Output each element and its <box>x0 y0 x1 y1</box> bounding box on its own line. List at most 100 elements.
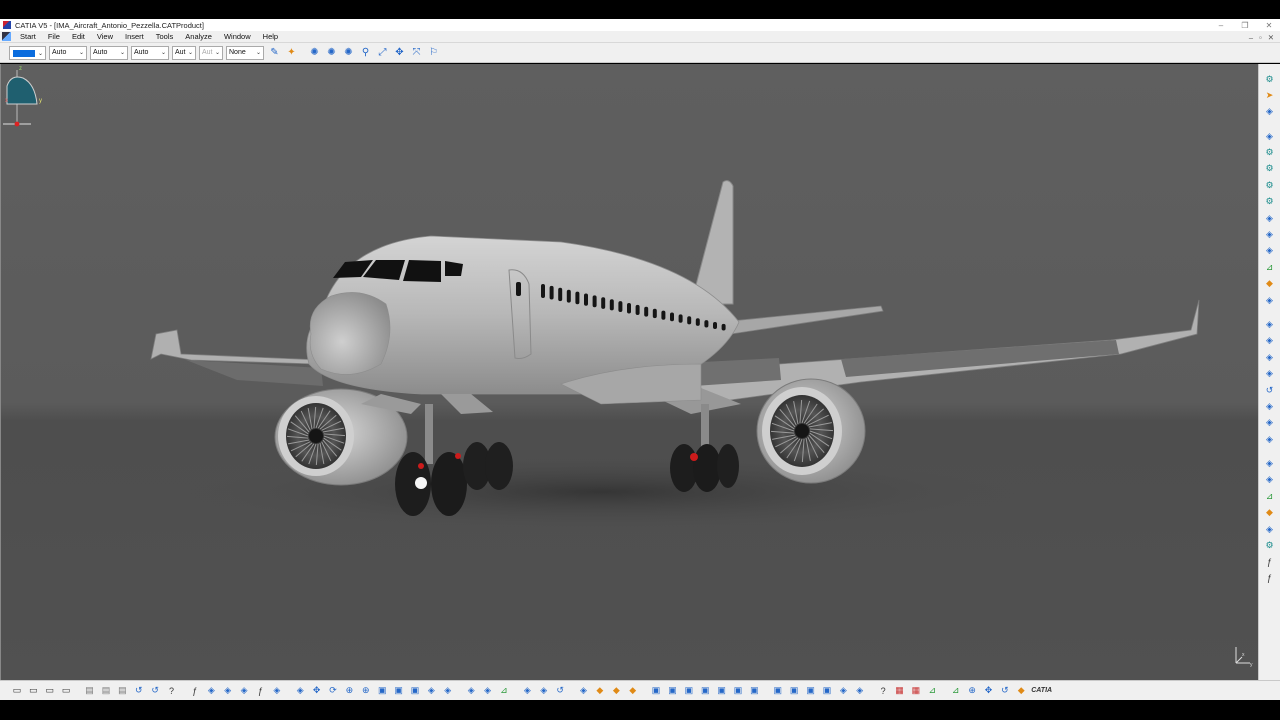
fit-all-icon[interactable]: ◈ <box>293 684 307 698</box>
iso-icon[interactable]: ▣ <box>747 684 761 698</box>
angle-icon[interactable]: ◈ <box>1263 367 1277 381</box>
rotate-icon[interactable]: ✺ <box>307 45 322 60</box>
point-type-selector[interactable]: Aut ⌄ <box>172 45 196 60</box>
layer-selector[interactable]: None ⌄ <box>226 45 264 60</box>
select-icon[interactable]: ➤ <box>1263 88 1277 102</box>
apply-material-icon[interactable]: ✦ <box>284 45 299 60</box>
open-icon[interactable]: ▭ <box>26 684 40 698</box>
transparency-selector[interactable]: Auto ⌄ <box>49 45 87 60</box>
fly-mode-icon[interactable]: ◈ <box>221 684 235 698</box>
doc-close-button[interactable]: ✕ <box>1268 33 1274 42</box>
new-icon[interactable]: ▭ <box>10 684 24 698</box>
doc-minimize-button[interactable]: – <box>1249 33 1253 42</box>
dimension-icon[interactable]: ⊿ <box>949 684 963 698</box>
rotate-icon[interactable]: ✺ <box>324 45 339 60</box>
knowledge-icon[interactable]: ƒ <box>253 684 267 698</box>
existing-component-icon[interactable]: ⚙ <box>1263 195 1277 209</box>
line-thickness-selector[interactable]: Auto ⌄ <box>90 45 128 60</box>
menu-insert[interactable]: Insert <box>119 31 150 42</box>
starboard-wing[interactable] <box>150 329 323 365</box>
numbering-icon[interactable]: ◈ <box>1263 244 1277 258</box>
back-view-icon[interactable]: ▣ <box>665 684 679 698</box>
reuse-pattern-icon[interactable]: ◈ <box>1263 399 1277 413</box>
measure-icon[interactable]: ⊿ <box>1263 489 1277 503</box>
color-selector[interactable]: ⌄ <box>9 45 46 60</box>
minimize-button[interactable]: – <box>1216 21 1226 30</box>
horizontal-stabilizer[interactable] <box>720 305 884 335</box>
cut-icon[interactable]: ▤ <box>83 684 97 698</box>
replace-icon[interactable]: ◈ <box>1263 211 1277 225</box>
product-icon[interactable]: ⚙ <box>1263 146 1277 160</box>
line-icon[interactable]: ◈ <box>1263 129 1277 143</box>
contact-icon[interactable]: ◈ <box>1263 334 1277 348</box>
manipulate-icon[interactable]: ✥ <box>392 45 407 60</box>
properties-icon[interactable]: ◈ <box>481 684 495 698</box>
top-view-icon[interactable]: ▣ <box>715 684 729 698</box>
manipulate-icon[interactable]: ✥ <box>981 684 995 698</box>
shading-icon[interactable]: ◆ <box>626 684 640 698</box>
iso-view-icon[interactable]: ▣ <box>392 684 406 698</box>
menu-view[interactable]: View <box>91 31 119 42</box>
analysis-icon[interactable]: ◈ <box>520 684 534 698</box>
format-painter-icon[interactable]: ✎ <box>267 45 282 60</box>
multi-view-icon[interactable]: ▣ <box>408 684 422 698</box>
point-size-selector[interactable]: Aut ⌄ <box>199 45 223 60</box>
whats-this-icon[interactable]: ? <box>165 684 179 698</box>
parameters-icon[interactable]: ƒ <box>1263 555 1277 569</box>
menu-start[interactable]: Start <box>14 31 42 42</box>
cone-icon[interactable]: ▣ <box>804 684 818 698</box>
menu-analyze[interactable]: Analyze <box>179 31 218 42</box>
sketch-plane-icon[interactable]: ◈ <box>577 684 591 698</box>
measure-between-icon[interactable]: ⊿ <box>497 684 511 698</box>
hide-show-icon[interactable]: ◈ <box>424 684 438 698</box>
render-icon[interactable]: ◆ <box>609 684 623 698</box>
update-icon[interactable]: ↺ <box>1263 383 1277 397</box>
cloud-icon[interactable]: ◈ <box>537 684 551 698</box>
constraint-icon[interactable]: ⊿ <box>1263 260 1277 274</box>
save-icon[interactable]: ▭ <box>43 684 57 698</box>
menu-file[interactable]: File <box>42 31 66 42</box>
aircraft-model[interactable] <box>1 64 1258 680</box>
snap-grid-icon[interactable]: ▦ <box>909 684 923 698</box>
capture-icon[interactable]: ◈ <box>853 684 867 698</box>
formula-icon[interactable]: ƒ <box>188 684 202 698</box>
print-icon[interactable]: ▭ <box>59 684 73 698</box>
cylinder-icon[interactable]: ▣ <box>771 684 785 698</box>
catalog-icon[interactable]: ⚙ <box>1263 72 1277 86</box>
swap-icon[interactable]: ◈ <box>441 684 455 698</box>
rotate-view-icon[interactable]: ⟳ <box>326 684 340 698</box>
left-view-icon[interactable]: ▣ <box>682 684 696 698</box>
update-icon[interactable]: ↺ <box>998 684 1012 698</box>
zoom-in-icon[interactable]: ⊕ <box>342 684 356 698</box>
fix-icon[interactable]: ◈ <box>1263 317 1277 331</box>
normal-view-icon[interactable]: ▣ <box>375 684 389 698</box>
sphere-icon[interactable]: ▣ <box>820 684 834 698</box>
explode-icon[interactable]: ⤢ <box>375 45 390 60</box>
zoom-out-icon[interactable]: ⊕ <box>359 684 373 698</box>
copy-icon[interactable]: ▤ <box>99 684 113 698</box>
material-icon[interactable]: ◆ <box>593 684 607 698</box>
annotation-icon[interactable]: ◈ <box>1263 522 1277 536</box>
camera-icon[interactable]: ◈ <box>464 684 478 698</box>
rotate-icon[interactable]: ✺ <box>341 45 356 60</box>
zoom-area-icon[interactable]: ⊕ <box>965 684 979 698</box>
snap-icon[interactable]: ⚲ <box>358 45 373 60</box>
formula-icon[interactable]: ƒ <box>1263 571 1277 585</box>
bottom-view-icon[interactable]: ▣ <box>731 684 745 698</box>
front-view-icon[interactable]: ▣ <box>649 684 663 698</box>
offset-icon[interactable]: ◈ <box>1263 350 1277 364</box>
doc-restore-button[interactable]: ▫ <box>1259 33 1262 42</box>
scene-icon[interactable]: ◆ <box>1263 506 1277 520</box>
line-type-selector[interactable]: Auto ⌄ <box>131 45 169 60</box>
sketch-icon[interactable]: ◈ <box>1263 105 1277 119</box>
menu-window[interactable]: Window <box>218 31 257 42</box>
axis-icon[interactable]: ◈ <box>836 684 850 698</box>
cube-icon[interactable]: ▣ <box>787 684 801 698</box>
section-icon[interactable]: ◈ <box>1263 457 1277 471</box>
port-main-gear[interactable] <box>670 444 739 492</box>
loop-icon[interactable]: ↺ <box>553 684 567 698</box>
undo-icon[interactable]: ↺ <box>132 684 146 698</box>
paste-icon[interactable]: ▤ <box>115 684 129 698</box>
clash-icon[interactable]: ◈ <box>1263 473 1277 487</box>
right-view-icon[interactable]: ▣ <box>698 684 712 698</box>
